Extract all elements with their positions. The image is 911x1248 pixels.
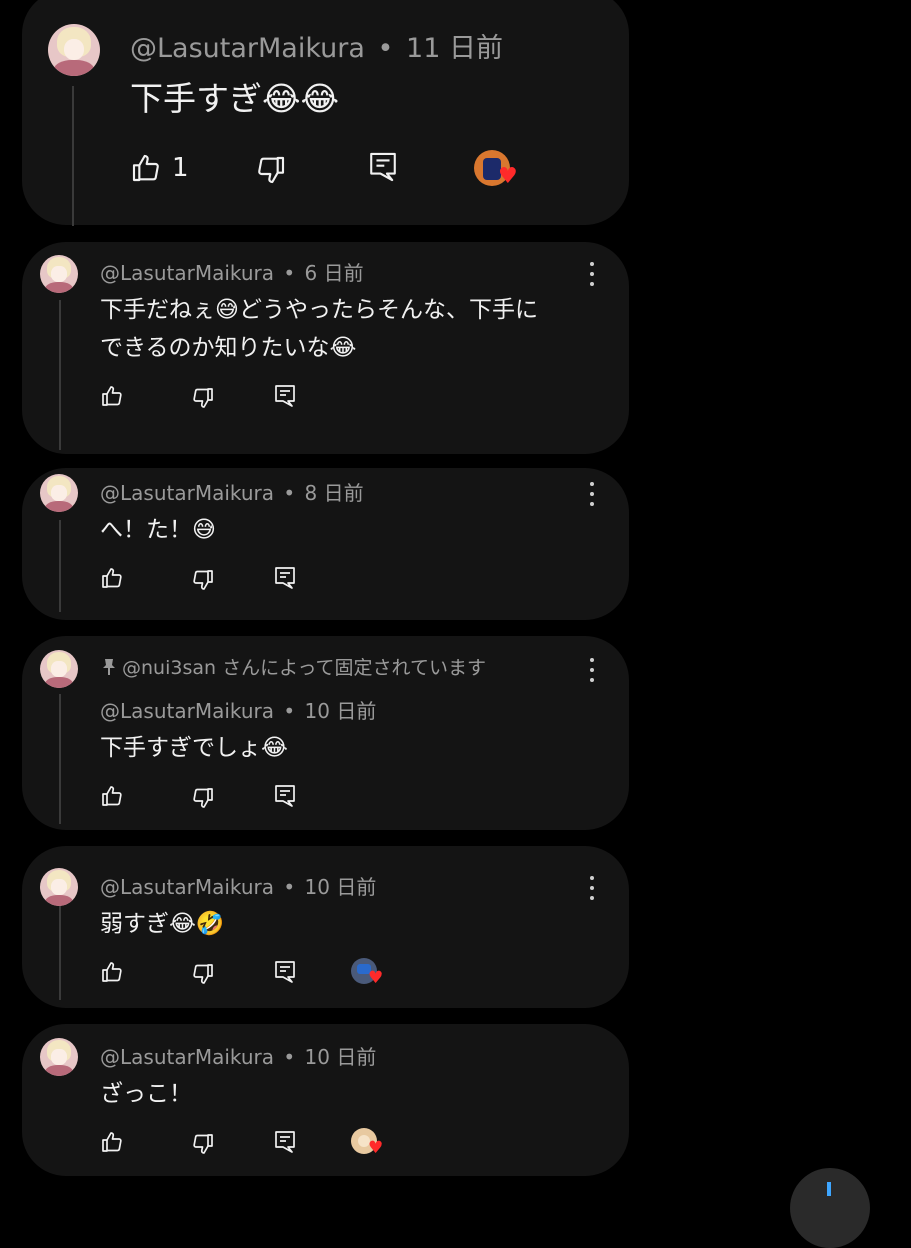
reply-button[interactable] bbox=[367, 150, 399, 184]
reply-comment-icon bbox=[275, 567, 295, 589]
avatar[interactable] bbox=[40, 1038, 78, 1076]
author-name[interactable]: @LasutarMaikura bbox=[130, 33, 365, 64]
avatar[interactable] bbox=[40, 474, 78, 512]
thumbs-down-icon bbox=[193, 1134, 213, 1154]
creator-heart: ♥ bbox=[351, 958, 387, 990]
dislike-button[interactable] bbox=[191, 386, 215, 410]
meta-separator: • bbox=[283, 699, 296, 723]
comment-meta: @LasutarMaikura • 11 日前 bbox=[130, 26, 503, 65]
reply-comment-icon bbox=[370, 152, 396, 182]
thumbs-up-icon bbox=[102, 386, 122, 406]
pin-icon bbox=[103, 659, 115, 675]
heart-icon: ♥ bbox=[498, 164, 518, 189]
more-vertical-icon[interactable] bbox=[582, 262, 602, 286]
thread-line bbox=[59, 906, 61, 1000]
like-button[interactable] bbox=[100, 566, 124, 590]
thumbs-down-icon bbox=[193, 788, 213, 808]
thumbs-up-icon bbox=[102, 1132, 122, 1152]
thumbs-up-icon bbox=[102, 962, 122, 982]
thread-line bbox=[59, 300, 61, 450]
comment-meta: @LasutarMaikura • 10 日前 bbox=[100, 1041, 376, 1070]
avatar[interactable] bbox=[48, 24, 100, 76]
meta-separator: • bbox=[283, 261, 296, 285]
meta-separator: • bbox=[283, 481, 296, 505]
comment-text: 下手だねぇ😅どうやったらそんな、下手に bbox=[100, 297, 538, 323]
comment-meta: @LasutarMaikura • 10 日前 bbox=[100, 871, 376, 900]
thumbs-up-icon bbox=[132, 154, 159, 182]
more-vertical-icon[interactable] bbox=[582, 658, 602, 682]
comment-text: ざっこ！ bbox=[100, 1081, 192, 1107]
heart-icon: ♥ bbox=[368, 1138, 384, 1158]
reply-button[interactable] bbox=[273, 383, 297, 409]
avatar[interactable] bbox=[40, 650, 78, 688]
creator-heart: ♥ bbox=[351, 1128, 387, 1160]
like-button[interactable] bbox=[100, 784, 124, 808]
comment-text: 下手すぎでしょ😂 bbox=[100, 735, 288, 761]
comment-text: へ！た！😅 bbox=[100, 517, 216, 543]
comment-meta: @LasutarMaikura • 10 日前 bbox=[100, 695, 376, 724]
thumbs-down-icon bbox=[193, 570, 213, 590]
dislike-button[interactable] bbox=[255, 154, 287, 186]
thumbs-down-icon bbox=[193, 964, 213, 984]
like-button[interactable] bbox=[100, 1130, 124, 1154]
reply-button[interactable] bbox=[273, 783, 297, 809]
more-vertical-icon[interactable] bbox=[582, 482, 602, 506]
author-name[interactable]: @LasutarMaikura bbox=[100, 699, 274, 723]
reply-comment-icon bbox=[275, 961, 295, 983]
like-button[interactable] bbox=[100, 384, 124, 408]
timestamp: 10 日前 bbox=[304, 699, 377, 723]
dislike-button[interactable] bbox=[191, 962, 215, 986]
reply-button[interactable] bbox=[273, 565, 297, 591]
meta-separator: • bbox=[283, 1045, 296, 1069]
reply-comment-icon bbox=[275, 385, 295, 407]
thumbs-up-icon bbox=[102, 786, 122, 806]
pinned-text: @nui3san さんによって固定されています bbox=[122, 657, 486, 679]
like-count: 1 bbox=[172, 153, 189, 183]
timestamp: 8 日前 bbox=[304, 481, 364, 505]
reply-comment-icon bbox=[275, 1131, 295, 1153]
thread-line bbox=[72, 86, 74, 226]
comment-text: 弱すぎ😂🤣 bbox=[100, 911, 225, 937]
meta-separator: • bbox=[377, 33, 394, 64]
avatar[interactable] bbox=[40, 868, 78, 906]
thumbs-up-icon bbox=[102, 568, 122, 588]
dislike-button[interactable] bbox=[191, 786, 215, 810]
comment-text: 下手すぎ😂😂 bbox=[130, 79, 340, 118]
add-reply-button[interactable] bbox=[790, 1168, 870, 1248]
reply-button[interactable] bbox=[273, 959, 297, 985]
dislike-button[interactable] bbox=[191, 1132, 215, 1156]
timestamp: 10 日前 bbox=[304, 1045, 377, 1069]
more-vertical-icon[interactable] bbox=[582, 876, 602, 900]
timestamp: 11 日前 bbox=[406, 33, 503, 64]
plus-icon bbox=[827, 1182, 831, 1196]
meta-separator: • bbox=[283, 875, 296, 899]
thread-line bbox=[59, 520, 61, 612]
reply-comment-icon bbox=[275, 785, 295, 807]
like-button[interactable] bbox=[100, 960, 124, 984]
avatar[interactable] bbox=[40, 255, 78, 293]
comment-meta: @LasutarMaikura • 8 日前 bbox=[100, 477, 364, 506]
like-button[interactable]: 1 bbox=[130, 152, 189, 184]
dislike-button[interactable] bbox=[191, 568, 215, 592]
thumbs-down-icon bbox=[258, 156, 285, 184]
timestamp: 10 日前 bbox=[304, 875, 377, 899]
author-name[interactable]: @LasutarMaikura bbox=[100, 481, 274, 505]
comment-text: できるのか知りたいな😂 bbox=[100, 335, 357, 361]
timestamp: 6 日前 bbox=[304, 261, 364, 285]
thread-line bbox=[59, 694, 61, 824]
author-name[interactable]: @LasutarMaikura bbox=[100, 1045, 274, 1069]
author-name[interactable]: @LasutarMaikura bbox=[100, 875, 274, 899]
heart-icon: ♥ bbox=[368, 968, 384, 988]
thumbs-down-icon bbox=[193, 388, 213, 408]
reply-button[interactable] bbox=[273, 1129, 297, 1155]
pinned-label: @nui3san さんによって固定されています bbox=[102, 653, 486, 680]
author-name[interactable]: @LasutarMaikura bbox=[100, 261, 274, 285]
creator-heart: ♥ bbox=[474, 150, 524, 190]
comment-meta: @LasutarMaikura • 6 日前 bbox=[100, 257, 364, 286]
